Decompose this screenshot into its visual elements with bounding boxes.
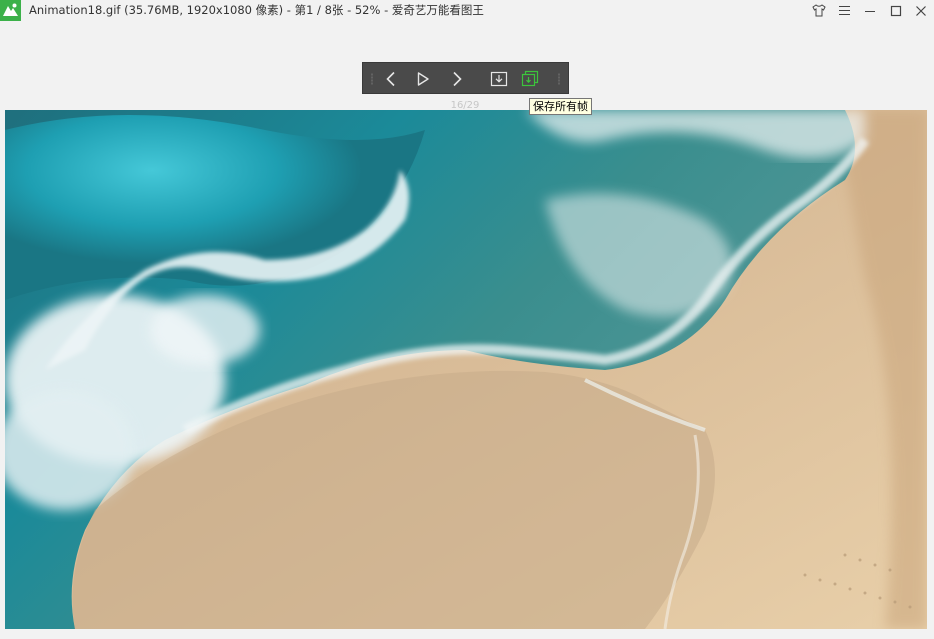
save-frame-button[interactable] <box>487 67 511 91</box>
next-frame-button[interactable] <box>445 67 469 91</box>
toolbar-grip-right[interactable] <box>558 73 560 85</box>
shirt-icon <box>812 4 826 17</box>
chevron-left-icon <box>384 71 398 87</box>
save-all-frames-button[interactable] <box>518 67 542 91</box>
chevron-right-icon <box>450 71 464 87</box>
title-bar[interactable]: Animation18.gif (35.76MB, 1920x1080 像素) … <box>0 0 934 21</box>
play-icon <box>415 71 431 87</box>
window-title: Animation18.gif (35.76MB, 1920x1080 像素) … <box>29 3 484 17</box>
minimize-icon <box>864 5 876 17</box>
minimize-button[interactable] <box>857 0 883 21</box>
play-button[interactable] <box>411 67 435 91</box>
toolbar-grip-left[interactable] <box>371 73 373 85</box>
beach-photo <box>5 110 927 629</box>
download-icon <box>490 70 508 88</box>
close-button[interactable] <box>908 0 934 21</box>
close-icon <box>915 5 927 17</box>
image-canvas[interactable] <box>5 110 927 629</box>
viewer-window: Animation18.gif (35.76MB, 1920x1080 像素) … <box>0 0 934 639</box>
skin-button[interactable] <box>806 0 832 21</box>
save-all-frames-tooltip: 保存所有帧 <box>529 98 592 115</box>
maximize-button[interactable] <box>883 0 909 21</box>
save-all-frames-icon <box>520 70 540 88</box>
playback-toolbar <box>362 62 569 94</box>
menu-button[interactable] <box>831 0 857 21</box>
maximize-icon <box>890 5 902 17</box>
app-logo-icon <box>0 0 21 21</box>
prev-frame-button[interactable] <box>379 67 403 91</box>
menu-icon <box>838 5 851 16</box>
